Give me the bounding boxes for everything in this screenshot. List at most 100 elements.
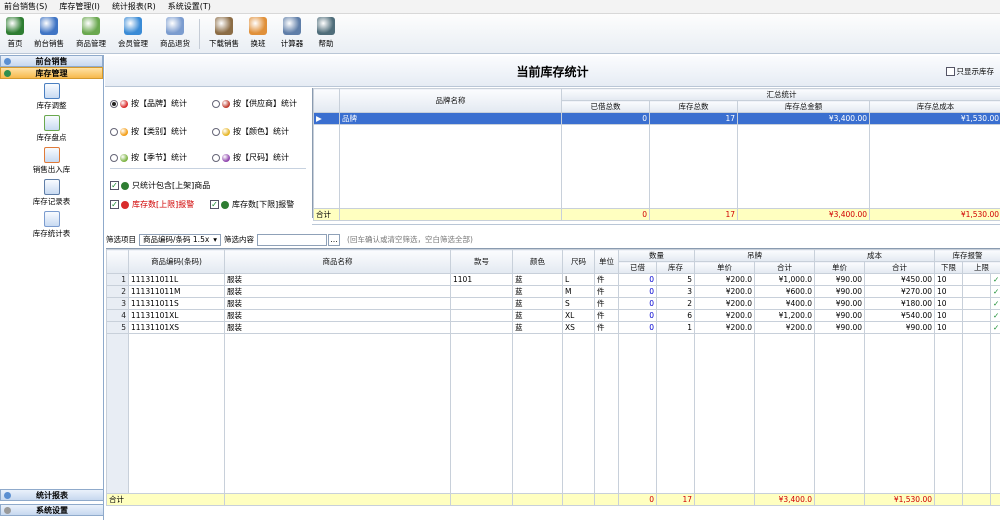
- table-row[interactable]: 4 11131101XL 服装 蓝 XL 件 0 6 ¥200.0 ¥1,200…: [106, 309, 1000, 322]
- brand-name-header[interactable]: 品牌名称: [339, 88, 562, 113]
- sidebar-item-1[interactable]: 库存盘点: [0, 115, 103, 143]
- option-checkbox-0[interactable]: ✓ 只统计包含[上架]商品: [110, 180, 210, 191]
- search-button[interactable]: …: [328, 233, 341, 246]
- filter-label: 筛选项目: [106, 235, 136, 244]
- help-icon: [317, 17, 335, 35]
- size-header[interactable]: 尺码: [562, 249, 595, 274]
- menu-inventory[interactable]: 库存管理(I): [55, 1, 108, 12]
- menu-reports[interactable]: 统计报表(R): [108, 1, 164, 12]
- menu-settings[interactable]: 系统设置(T): [164, 1, 219, 12]
- toolbar-button-2[interactable]: 商品管理: [70, 14, 112, 52]
- menu-bar: 前台销售(S) 库存管理(I) 统计报表(R) 系统设置(T): [0, 0, 1000, 14]
- return-icon: [166, 17, 184, 35]
- grid-total-row: 合计 0 17 ¥3,400.0 ¥1,530.00: [106, 493, 1000, 506]
- filter-content-input[interactable]: [257, 233, 328, 246]
- toolbar-button-7[interactable]: 计算器: [271, 14, 313, 52]
- radio-icon: [110, 99, 118, 108]
- filter-field-select[interactable]: 商品编码/条码 1.5x ▾: [139, 233, 222, 246]
- summary-grid: 品牌名称 汇总统计 已借总数 库存总数 库存总金额 库存总成本 ▶ 品牌 0 1…: [312, 88, 1000, 221]
- stock-amount-header[interactable]: 库存总金额: [737, 100, 870, 113]
- calculator-icon: [283, 17, 301, 35]
- sidebar-item-2[interactable]: 销售出入库: [0, 147, 103, 175]
- inventory-grid: 商品编码(条码) 商品名称 款号 颜色 尺码 单位 数量 吊牌 成本 库存报警 …: [106, 248, 1000, 520]
- checkbox-icon: ✓: [210, 200, 219, 209]
- sidebar: 前台销售 库存管理 库存调整库存盘点销售出入库库存记录表库存统计表 统计报表 系…: [0, 55, 104, 520]
- report-icon: [43, 83, 60, 99]
- checkbox-icon: ✓: [110, 181, 119, 190]
- lent-total-header[interactable]: 已借总数: [561, 100, 650, 113]
- option-checkbox-1[interactable]: ✓ 库存数[上限]报警: [110, 199, 194, 210]
- sidebar-item-3[interactable]: 库存记录表: [0, 179, 103, 207]
- toolbar-button-6[interactable]: 换班: [245, 14, 271, 52]
- radio-icon: [212, 153, 220, 162]
- stock-cost-header[interactable]: 库存总成本: [869, 100, 1000, 113]
- toolbar-button-4[interactable]: 商品退货: [154, 14, 196, 52]
- table-row[interactable]: ▶ 品牌 0 17 ¥3,400.00 ¥1,530.00: [313, 112, 1000, 125]
- sidebar-item-0[interactable]: 库存调整: [0, 83, 103, 111]
- stat-radio-2[interactable]: 按【类别】统计: [110, 126, 187, 137]
- splitter[interactable]: [312, 224, 1000, 228]
- summary-group-header: 汇总统计: [561, 88, 1000, 101]
- stock-total-header[interactable]: 库存总数: [649, 100, 738, 113]
- toolbar: 首页 前台销售 商品管理 会员管理 商品退货 下载销售 换班 计算器 帮助: [0, 14, 1000, 54]
- row-indicator-header: [313, 88, 340, 113]
- toolbar-button-3[interactable]: 会员管理: [112, 14, 154, 52]
- ball-icon: [120, 127, 128, 136]
- code-header[interactable]: 商品编码(条码): [128, 249, 225, 274]
- alarm-check-icon: ✓: [989, 309, 1000, 322]
- sidebar-section-settings[interactable]: 系统设置: [0, 504, 104, 516]
- style-header[interactable]: 款号: [450, 249, 513, 274]
- table-row[interactable]: 3 111311011S 服装 蓝 S 件 0 2 ¥200.0 ¥400.0 …: [106, 297, 1000, 310]
- report-icon: [43, 147, 60, 163]
- unit-header[interactable]: 单位: [594, 249, 619, 274]
- sidebar-section-reports[interactable]: 统计报表: [0, 489, 104, 501]
- stat-radio-3[interactable]: 按【颜色】统计: [212, 126, 289, 137]
- lower-header[interactable]: 下限: [934, 261, 963, 274]
- stat-options-panel: 按【品牌】统计 按【供应商】统计按【类别】统计 按【颜色】统计按【季节】统计 按【尺码…: [106, 88, 312, 218]
- stock-header[interactable]: 库存: [656, 261, 695, 274]
- home-icon: [6, 17, 24, 35]
- menu-sales[interactable]: 前台销售(S): [0, 1, 55, 12]
- cost-total-header[interactable]: 合计: [864, 261, 935, 274]
- sidebar-section-sales[interactable]: 前台销售: [0, 55, 103, 67]
- stat-radio-0[interactable]: 按【品牌】统计: [110, 98, 187, 109]
- settings-icon: [4, 506, 11, 514]
- option-checkbox-2[interactable]: ✓ 库存数[下限]报警: [210, 199, 294, 210]
- name-header[interactable]: 商品名称: [224, 249, 451, 274]
- show-stock-only-checkbox[interactable]: 只显示库存: [945, 66, 994, 77]
- unit-cost-header[interactable]: 单价: [814, 261, 865, 274]
- tag-group-header: 吊牌: [694, 249, 815, 262]
- page-title: 当前库存统计: [516, 64, 589, 79]
- stat-radio-1[interactable]: 按【供应商】统计: [212, 98, 297, 109]
- chevron-down-icon: ▾: [213, 235, 218, 244]
- table-row[interactable]: 2 111311011M 服装 蓝 M 件 0 3 ¥200.0 ¥600.0 …: [106, 285, 1000, 298]
- toolbar-button-0[interactable]: 首页: [2, 14, 28, 52]
- qty-group-header: 数量: [618, 249, 695, 262]
- ball-icon: [222, 153, 230, 162]
- sidebar-section-inventory[interactable]: 库存管理: [0, 67, 103, 79]
- upper-header[interactable]: 上限: [961, 261, 1000, 274]
- ball-icon: [120, 153, 128, 162]
- toolbar-separator: [199, 19, 200, 49]
- alarm-check-icon: ✓: [989, 273, 1000, 286]
- table-row[interactable]: 1 111311011L 服装 1101 蓝 L 件 0 5 ¥200.0 ¥1…: [106, 273, 1000, 286]
- sidebar-item-4[interactable]: 库存统计表: [0, 211, 103, 239]
- report-icon: [43, 115, 60, 131]
- toolbar-button-5[interactable]: 下载销售: [203, 14, 245, 52]
- unit-price-header[interactable]: 单价: [694, 261, 755, 274]
- toolbar-button-8[interactable]: 帮助: [313, 14, 339, 52]
- stat-radio-4[interactable]: 按【季节】统计: [110, 152, 187, 163]
- color-header[interactable]: 颜色: [512, 249, 563, 274]
- alarm-check-icon: ✓: [989, 321, 1000, 334]
- price-total-header[interactable]: 合计: [754, 261, 815, 274]
- summary-total-row: 合计 0 17 ¥3,400.00 ¥1,530.00: [313, 208, 1000, 221]
- goods-icon: [82, 17, 100, 35]
- lent-header[interactable]: 已借: [618, 261, 657, 274]
- alarm-check-icon: ✓: [989, 285, 1000, 298]
- toolbar-button-1[interactable]: 前台销售: [28, 14, 70, 52]
- radio-icon: [212, 99, 220, 108]
- table-row[interactable]: 5 11131101XS 服装 蓝 XS 件 0 1 ¥200.0 ¥200.0…: [106, 321, 1000, 334]
- stat-radio-5[interactable]: 按【尺码】统计: [212, 152, 289, 163]
- radio-icon: [110, 127, 118, 136]
- inventory-icon: [4, 69, 11, 77]
